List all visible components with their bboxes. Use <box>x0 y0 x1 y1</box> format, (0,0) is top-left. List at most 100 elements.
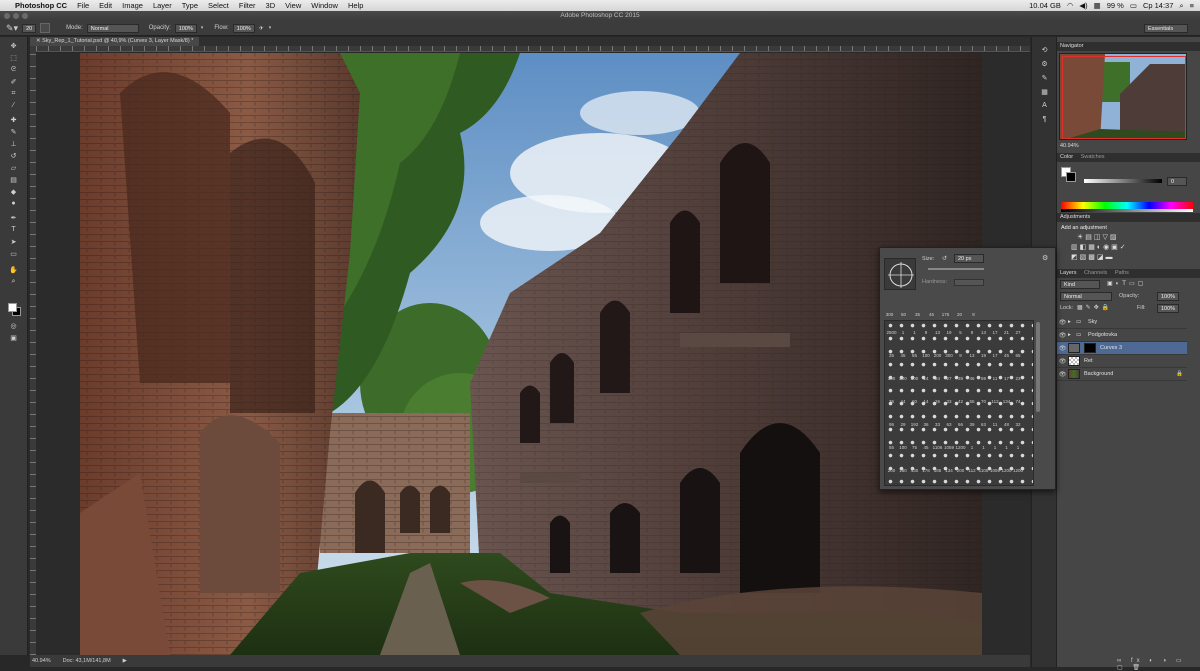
zoom-window-button[interactable] <box>22 13 28 19</box>
brush-preset-size[interactable]: 200 <box>886 468 897 473</box>
brush-icon[interactable]: ✎ <box>8 127 19 136</box>
status-arrow-icon[interactable]: ▶ <box>123 658 127 664</box>
document-tab[interactable]: ✕ Sky_Rep_1_Tutorial.psd @ 40,9% (Curves… <box>30 37 200 46</box>
navigator-zoom[interactable]: 40.94% <box>1060 143 1079 149</box>
visibility-eye-icon[interactable]: 👁 <box>1057 319 1068 326</box>
brush-preset-size[interactable]: 55 <box>967 399 978 404</box>
menu-image[interactable]: Image <box>117 1 148 10</box>
brush-preset-size[interactable]: 100 <box>921 353 932 358</box>
tab-color[interactable]: Color <box>1060 154 1073 160</box>
menu-edit[interactable]: Edit <box>94 1 117 10</box>
gradient-icon[interactable]: ▤ <box>8 175 19 184</box>
eraser-icon[interactable]: ▱ <box>8 163 19 172</box>
brush-preset-size[interactable]: 48 <box>1001 422 1012 427</box>
battery-icon[interactable]: ▭ <box>1130 1 1137 10</box>
layer-name[interactable]: Curves 3 <box>1100 345 1122 351</box>
adjustment-icons-row-1[interactable]: ☀▤◫▽▨ <box>1077 233 1119 241</box>
layer-thumbnail[interactable] <box>1068 356 1080 366</box>
move-icon[interactable]: ✥ <box>8 41 19 50</box>
opacity-field[interactable]: 100% <box>174 23 197 33</box>
layer-name[interactable]: Podgotovka <box>1088 332 1117 338</box>
layer-name[interactable]: Sky <box>1088 319 1097 325</box>
brush-preset-size[interactable]: 65 <box>909 353 920 358</box>
brush-preset-size[interactable]: 29 <box>898 422 909 427</box>
visibility-eye-icon[interactable]: 👁 <box>1057 371 1068 378</box>
brush-preset-size[interactable]: 44 <box>898 399 909 404</box>
menu-layer[interactable]: Layer <box>148 1 177 10</box>
tab-paths[interactable]: Paths <box>1115 270 1129 276</box>
brush-preset-size[interactable]: 17 <box>990 330 1001 335</box>
brush-preset-size[interactable]: 9 <box>955 353 966 358</box>
layer-mask-thumbnail[interactable] <box>1084 343 1096 353</box>
brush-top-size[interactable]: 8 <box>968 312 979 317</box>
brush-preset-picker[interactable]: Size: ↺ 20 px Hardness: ⚙ 300 50 35 45 1… <box>879 247 1056 490</box>
brush-top-size[interactable]: 300 <box>884 312 895 317</box>
brush-preset-size[interactable]: 112 <box>990 399 1001 404</box>
tab-channels[interactable]: Channels <box>1084 270 1107 276</box>
close-window-button[interactable] <box>4 13 10 19</box>
brush-preset-size[interactable]: 192 <box>909 422 920 427</box>
marquee-icon[interactable]: ⬚ <box>8 53 19 62</box>
brush-preset-size[interactable]: 100 <box>886 376 897 381</box>
brush-preset-size[interactable]: 11 <box>990 376 1001 381</box>
tab-swatches[interactable]: Swatches <box>1081 154 1105 160</box>
brush-preset-size[interactable]: 63 <box>978 422 989 427</box>
layer-row-background[interactable]: 👁 Background 🔒 <box>1057 368 1187 381</box>
brush-preset-size[interactable]: 95 <box>886 422 897 427</box>
quick-mask-icon[interactable]: ◎ <box>8 321 19 330</box>
picker-gear-icon[interactable]: ⚙ <box>1042 254 1048 262</box>
menu-help[interactable]: Help <box>343 1 368 10</box>
brush-preset-size[interactable]: 33 <box>944 399 955 404</box>
brush-top-size[interactable]: 20 <box>954 312 965 317</box>
menu-list-icon[interactable]: ≡ <box>1190 1 1194 10</box>
brush-preset-size[interactable]: 45 <box>921 445 932 450</box>
history-panel-icon[interactable]: ⟲ <box>1039 45 1050 54</box>
brush-presets-icon[interactable]: ▦ <box>1039 87 1050 96</box>
brush-preset-size[interactable]: 36 <box>921 422 932 427</box>
workspace-select[interactable]: Essentials <box>1144 24 1188 33</box>
adjustment-icons-row-3[interactable]: ◩▧▩◪▬ <box>1071 253 1114 261</box>
brush-preset-size[interactable]: 55 <box>886 445 897 450</box>
menu-file[interactable]: File <box>72 1 94 10</box>
brush-preset-size[interactable]: 5 <box>955 330 966 335</box>
brush-preset-size[interactable]: 27 <box>944 376 955 381</box>
brush-preset-size[interactable]: 160 <box>898 468 909 473</box>
hand-icon[interactable]: ✋ <box>8 265 19 274</box>
eyedropper-icon[interactable]: ⁄ <box>8 101 19 110</box>
navigator-view-box[interactable] <box>1062 56 1186 139</box>
brush-preset-size[interactable]: 1200 <box>955 445 966 450</box>
menu-window[interactable]: Window <box>306 1 343 10</box>
brush-preset-size[interactable]: 32 <box>1013 422 1024 427</box>
menu-view[interactable]: View <box>280 1 306 10</box>
history-brush-icon[interactable]: ↺ <box>8 151 19 160</box>
brush-preset-size[interactable]: 23 <box>1013 376 1024 381</box>
brush-preset-size[interactable]: 1 <box>990 445 1001 450</box>
layer-row-podgotovka[interactable]: 👁 ▸ ▭ Podgotovka <box>1057 329 1187 342</box>
visibility-eye-icon[interactable]: 👁 <box>1057 345 1068 352</box>
brush-top-size[interactable]: 50 <box>898 312 909 317</box>
brush-preset-size[interactable]: 178 <box>921 468 932 473</box>
adjustment-icons-row-2[interactable]: ▥◧▦◐◉▣✓ <box>1071 243 1128 251</box>
k-value-field[interactable]: 0 <box>1167 177 1187 186</box>
brush-preset-size[interactable]: 21 <box>1001 330 1012 335</box>
properties-panel-icon[interactable]: ⚙ <box>1039 59 1050 68</box>
k-slider[interactable] <box>1084 179 1162 183</box>
brush-preset-size[interactable]: 2500 <box>886 330 897 335</box>
brush-preset-size[interactable]: 63 <box>944 422 955 427</box>
battery-status[interactable]: 99 % <box>1107 1 1124 10</box>
brush-preset-size[interactable]: 13 <box>932 330 943 335</box>
brush-preset-size[interactable]: 59 <box>978 376 989 381</box>
brush-preset-size[interactable]: 17 <box>990 353 1001 358</box>
layer-name[interactable]: Ret <box>1084 358 1093 364</box>
brush-preset-size[interactable]: 134 <box>1001 399 1012 404</box>
brush-preset-size[interactable]: 24 <box>932 376 943 381</box>
brush-preset-size[interactable]: 42 <box>955 399 966 404</box>
brush-preset-size[interactable]: 185 <box>932 468 943 473</box>
layer-row-sky[interactable]: 👁 ▸ ▭ Sky <box>1057 316 1187 329</box>
brush-preset-size[interactable]: 1059 <box>990 468 1001 473</box>
group-expand-icon[interactable]: ▸ <box>1068 319 1076 325</box>
brush-presets-grid[interactable]: 2500 1 1 9 13 19 5 9 13 17 21 27 35 45 65 100 200 300 9 13 1… <box>884 320 1034 486</box>
brush-preset-size[interactable]: 65 <box>1013 353 1024 358</box>
document-image[interactable] <box>80 53 982 655</box>
brush-angle-preview[interactable] <box>884 258 916 290</box>
